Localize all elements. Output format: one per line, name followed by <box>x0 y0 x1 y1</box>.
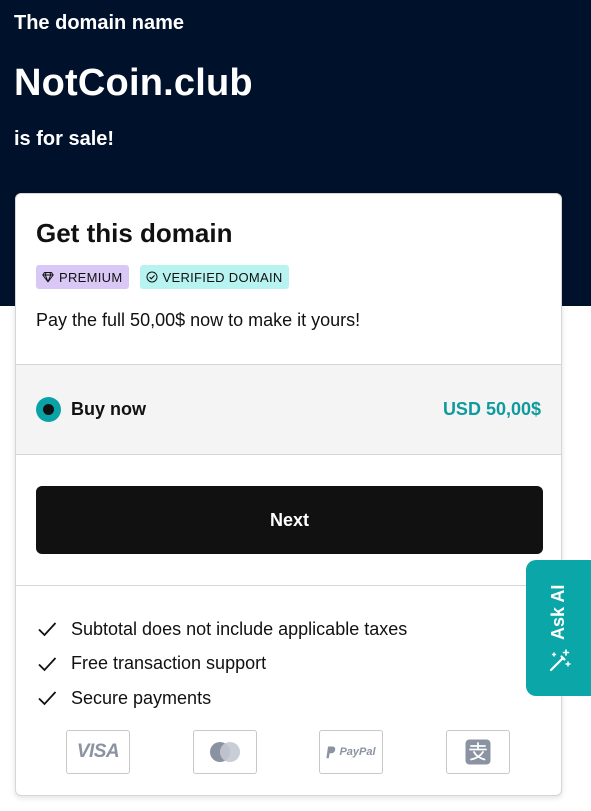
premium-badge: PREMIUM <box>36 265 129 289</box>
feature-item: Free transaction support <box>36 647 407 682</box>
alipay-icon <box>446 730 510 774</box>
checkmark-icon <box>38 691 57 706</box>
paypal-icon: PayPal <box>319 730 383 774</box>
check-circle-icon <box>146 271 157 283</box>
payment-methods: VISA PayPal <box>66 730 512 774</box>
verified-domain-badge: VERIFIED DOMAIN <box>139 265 289 289</box>
purchase-card: Get this domain PREMIUM VERIFIED DOMAIN … <box>15 193 562 796</box>
buy-now-option[interactable]: Buy now USD 50,00$ <box>16 364 561 455</box>
feature-item: Subtotal does not include applicable tax… <box>36 612 407 647</box>
premium-badge-label: PREMIUM <box>59 269 123 285</box>
feature-text: Secure payments <box>71 687 212 708</box>
magic-wand-icon <box>549 649 571 672</box>
domain-name-heading: NotCoin.club <box>14 62 253 104</box>
card-title: Get this domain <box>36 218 233 248</box>
buy-now-label: Buy now <box>71 399 146 419</box>
card-divider <box>16 585 561 586</box>
hero-eyebrow: The domain name <box>14 12 185 34</box>
feature-text: Subtotal does not include applicable tax… <box>71 618 408 639</box>
next-button[interactable]: Next <box>36 486 543 554</box>
badge-row: PREMIUM VERIFIED DOMAIN <box>36 265 289 289</box>
feature-item: Secure payments <box>36 681 407 716</box>
buy-now-radio[interactable] <box>36 397 61 422</box>
ask-ai-button[interactable]: Ask AI <box>526 560 591 696</box>
mastercard-icon <box>193 730 257 774</box>
checkmark-icon <box>38 657 57 672</box>
features-list: Subtotal does not include applicable tax… <box>36 612 407 716</box>
radio-selected-dot <box>43 404 54 415</box>
feature-text: Free transaction support <box>71 653 267 674</box>
price-description: Pay the full 50,00$ now to make it yours… <box>36 310 361 330</box>
for-sale-text: is for sale! <box>14 128 115 150</box>
buy-now-price: USD 50,00$ <box>442 399 541 419</box>
verified-badge-label: VERIFIED DOMAIN <box>162 269 283 285</box>
visa-icon: VISA <box>66 730 130 774</box>
diamond-icon <box>42 272 54 283</box>
ask-ai-label: Ask AI <box>548 584 568 640</box>
checkmark-icon <box>38 622 57 637</box>
